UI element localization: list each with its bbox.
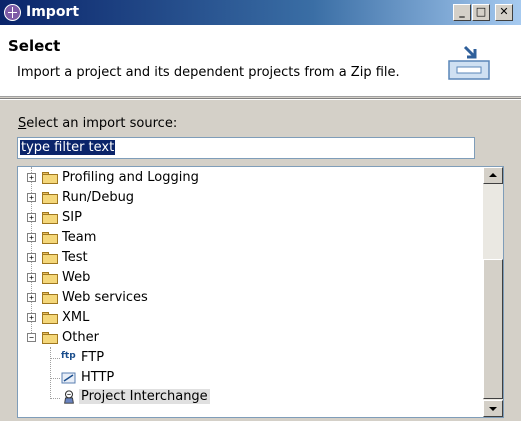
collapse-icon[interactable]: −	[27, 333, 36, 342]
expand-icon[interactable]: +	[27, 193, 36, 202]
tree-item-label: Web	[62, 270, 91, 285]
tree-item-label: Other	[62, 330, 99, 345]
tree-item-label: HTTP	[81, 370, 115, 385]
expand-icon[interactable]: +	[27, 273, 36, 282]
title-bar[interactable]: Import _ □ ✕	[0, 0, 521, 25]
tree-item-other[interactable]: − Other	[18, 328, 478, 348]
folder-icon	[42, 292, 58, 304]
tree-item-run-debug[interactable]: + Run/Debug	[18, 188, 478, 208]
import-source-label: Select an import source:	[18, 116, 178, 131]
folder-icon	[42, 272, 58, 284]
folder-icon	[42, 232, 58, 244]
folder-icon	[42, 192, 58, 204]
expand-icon[interactable]: +	[27, 213, 36, 222]
tree-item-web[interactable]: + Web	[18, 268, 478, 288]
folder-icon	[42, 212, 58, 224]
tree-item-ftp[interactable]: ftp FTP	[18, 348, 478, 368]
expand-icon[interactable]: +	[27, 173, 36, 182]
folder-icon	[42, 252, 58, 264]
minimize-button[interactable]: _	[453, 4, 471, 21]
arrow-up-icon	[489, 173, 497, 177]
maximize-button[interactable]: □	[472, 4, 490, 21]
scroll-down-button[interactable]	[483, 400, 503, 417]
page-description: Import a project and its dependent proje…	[17, 65, 400, 80]
filter-text: type filter text	[20, 140, 116, 155]
window-title: Import	[26, 4, 80, 20]
header-separator	[0, 98, 521, 100]
app-icon	[4, 4, 21, 21]
tree-item-web-services[interactable]: + Web services	[18, 288, 478, 308]
tree-item-label: Project Interchange	[79, 389, 210, 404]
import-banner-icon	[448, 45, 490, 80]
tree-item-team[interactable]: + Team	[18, 228, 478, 248]
ftp-icon: ftp	[61, 351, 76, 361]
tree-item-label: FTP	[81, 350, 105, 365]
scroll-up-button[interactable]	[483, 167, 503, 184]
filter-input[interactable]: type filter text	[17, 137, 475, 159]
project-interchange-icon	[64, 390, 74, 404]
arrow-down-icon	[489, 407, 497, 411]
expand-icon[interactable]: +	[27, 293, 36, 302]
page-title: Select	[8, 37, 61, 55]
import-source-tree[interactable]: + Profiling and Logging + Run/Debug + SI…	[17, 166, 504, 418]
tree-item-xml[interactable]: + XML	[18, 308, 478, 328]
http-icon	[61, 372, 76, 384]
tree-scrollbar[interactable]	[483, 167, 503, 417]
tree-item-label: SIP	[62, 210, 82, 225]
tree-item-label: Profiling and Logging	[62, 170, 199, 185]
tree-item-http[interactable]: HTTP	[18, 368, 478, 388]
open-folder-icon	[42, 332, 58, 344]
tree-item-sip[interactable]: + SIP	[18, 208, 478, 228]
expand-icon[interactable]: +	[27, 233, 36, 242]
folder-icon	[42, 172, 58, 184]
tree-item-project-interchange[interactable]: Project Interchange	[18, 388, 478, 408]
expand-icon[interactable]: +	[27, 253, 36, 262]
scroll-thumb[interactable]	[483, 259, 503, 399]
tree-item-label: XML	[62, 310, 90, 325]
tree-item-label: Run/Debug	[62, 190, 135, 205]
tree-item-test[interactable]: + Test	[18, 248, 478, 268]
tree-item-profiling-and-logging[interactable]: + Profiling and Logging	[18, 168, 478, 188]
wizard-header: Select Import a project and its dependen…	[0, 25, 521, 97]
tree-item-label: Team	[62, 230, 97, 245]
expand-icon[interactable]: +	[27, 313, 36, 322]
tree-item-label: Web services	[62, 290, 148, 305]
folder-icon	[42, 312, 58, 324]
close-button[interactable]: ✕	[495, 4, 513, 21]
tree-item-label: Test	[62, 250, 88, 265]
